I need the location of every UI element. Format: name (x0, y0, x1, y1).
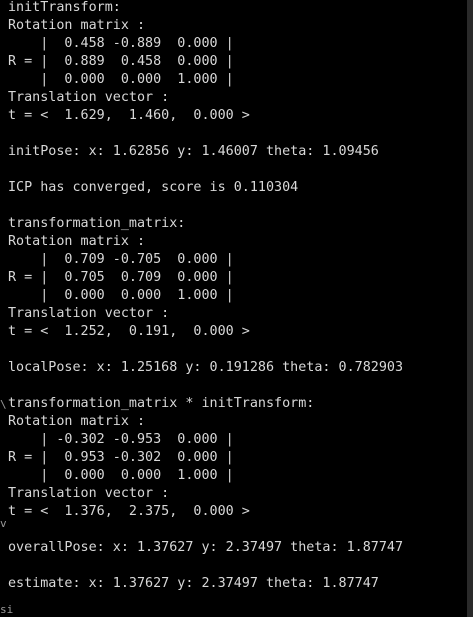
terminal-line: Translation vector : (8, 90, 170, 105)
terminal-line: R = | 0.889 0.458 0.000 | (8, 54, 234, 69)
terminal-line: overallPose: x: 1.37627 y: 2.37497 theta… (8, 540, 404, 555)
terminal-line: Rotation matrix : (8, 234, 146, 249)
terminal-line: | 0.709 -0.705 0.000 | (8, 252, 234, 267)
terminal-line: localPose: x: 1.25168 y: 0.191286 theta:… (8, 360, 404, 375)
terminal-line: t = < 1.629, 1.460, 0.000 > (8, 108, 250, 123)
terminal-line: initTransform: (8, 0, 121, 15)
clipped-window-edge-text: si (0, 603, 14, 616)
terminal-line: R = | 0.953 -0.302 0.000 | (8, 450, 234, 465)
terminal-lines: initTransform: Rotation matrix : | 0.458 … (8, 0, 403, 593)
terminal-line: estimate: x: 1.37627 y: 2.37497 theta: 1… (8, 576, 379, 591)
terminal-line: transformation_matrix: (8, 216, 186, 231)
terminal-line: | 0.000 0.000 1.000 | (8, 288, 234, 303)
terminal-line: | 0.000 0.000 1.000 | (8, 468, 234, 483)
terminal-line: Translation vector : (8, 306, 170, 321)
terminal-scrollbar[interactable] (467, 0, 473, 617)
terminal-line: Rotation matrix : (8, 18, 146, 33)
terminal-line: initPose: x: 1.62856 y: 1.46007 theta: 1… (8, 144, 379, 159)
clipped-window-edge-text: \ (0, 398, 7, 411)
terminal-line: ICP has converged, score is 0.110304 (8, 180, 299, 195)
terminal-window: initTransform: Rotation matrix : | 0.458 … (0, 0, 473, 617)
terminal-line: R = | 0.705 0.709 0.000 | (8, 270, 234, 285)
terminal-line: t = < 1.376, 2.375, 0.000 > (8, 504, 250, 519)
terminal-output[interactable]: initTransform: Rotation matrix : | 0.458 … (0, 0, 467, 617)
terminal-line: | -0.302 -0.953 0.000 | (8, 432, 234, 447)
clipped-window-edge-text: v (0, 517, 7, 530)
terminal-line: t = < 1.252, 0.191, 0.000 > (8, 324, 250, 339)
terminal-line: Rotation matrix : (8, 414, 146, 429)
terminal-line: Translation vector : (8, 486, 170, 501)
terminal-line: | 0.458 -0.889 0.000 | (8, 36, 234, 51)
terminal-line: transformation_matrix * initTransform: (8, 396, 315, 411)
terminal-line: | 0.000 0.000 1.000 | (8, 72, 234, 87)
